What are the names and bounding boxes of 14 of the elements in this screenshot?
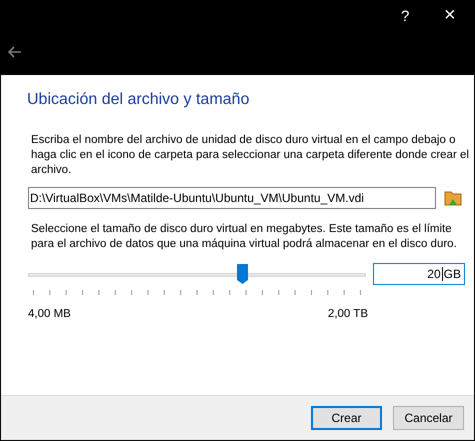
file-description: Escriba el nombre del archivo de unidad de disco duro virtual en el campo debajo o haga clic en el icono de carpeta para seleccionar una carpeta diferente donde crear el archivo. <box>31 133 470 178</box>
folder-icon[interactable] <box>444 189 462 207</box>
file-path-field[interactable]: D:\VirtualBox\VMs\Matilde-Ubuntu\Ubuntu_VM\Ubuntu_VM.vdi <box>28 187 436 209</box>
min-size-label: 4,00 MB <box>28 307 71 322</box>
back-arrow-icon[interactable] <box>8 46 22 58</box>
max-size-label: 2,00 TB <box>328 307 368 322</box>
size-description: Seleccione el tamaño de disco duro virtual en megabytes. Este tamaño es el límite para el archivo de datos que una máquina virtual podrá almacenar en el disco duro. <box>31 222 458 252</box>
dialog-button[interactable]: Crear <box>311 406 382 430</box>
size-field[interactable]: 20 GB <box>373 263 465 285</box>
page-heading: Ubicación del archivo y tamaño <box>27 90 250 110</box>
help-button[interactable]: ? <box>401 6 410 28</box>
close-button[interactable]: × <box>444 3 456 27</box>
slider-thumb[interactable] <box>237 264 248 284</box>
dialog-button[interactable]: Cancelar <box>393 406 464 430</box>
